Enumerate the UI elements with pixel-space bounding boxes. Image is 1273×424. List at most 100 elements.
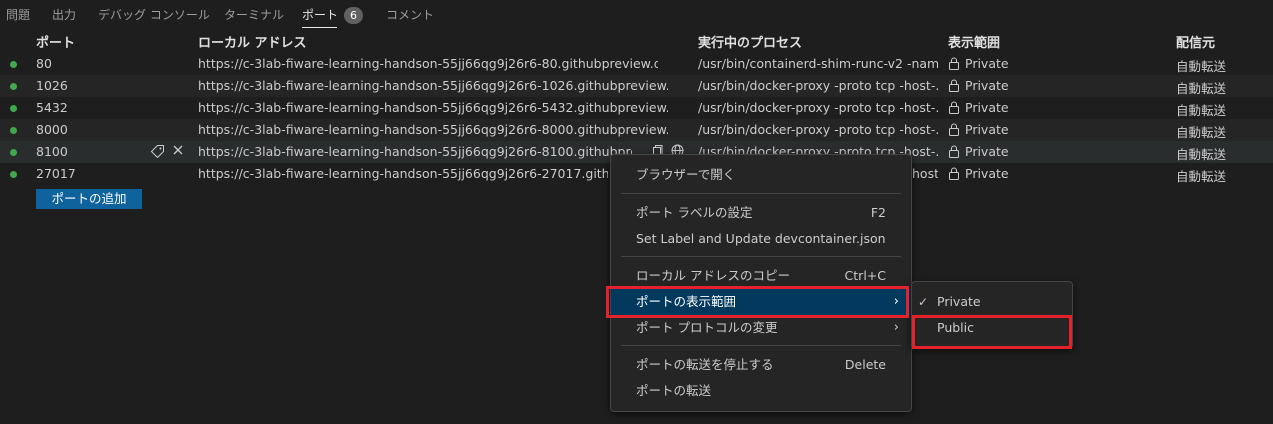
menu-item-set-label[interactable]: ポート ラベルの設定 F2 — [611, 200, 911, 226]
menu-item-label: ローカル アドレスのコピー — [636, 268, 790, 283]
menu-item-label: ポートの転送 — [636, 383, 712, 398]
lock-icon — [949, 101, 959, 114]
address-cell[interactable]: https://c-3lab-fiware-learning-handson-5… — [198, 166, 608, 181]
port-cell: 5432 — [36, 100, 68, 115]
process-cell: host-... — [912, 166, 938, 181]
visibility-label: Private — [965, 100, 1009, 115]
tab-debug-console[interactable]: デバッグ コンソール — [98, 6, 210, 26]
menu-separator — [621, 193, 901, 194]
check-icon: ✓ — [918, 295, 929, 309]
menu-item-stop-forward[interactable]: ポートの転送を停止する Delete — [611, 352, 911, 378]
process-cell: /usr/bin/docker-proxy -proto tcp -host-.… — [698, 78, 938, 93]
menu-item-label: Set Label and Update devcontainer.json — [636, 231, 886, 246]
table-row[interactable]: 1026 https://c-3lab-fiware-learning-hand… — [0, 75, 1273, 97]
port-cell: 1026 — [36, 78, 68, 93]
submenu-item-label: Private — [937, 294, 981, 309]
status-dot — [10, 127, 17, 134]
col-header-process[interactable]: 実行中のプロセス — [698, 32, 802, 51]
table-row[interactable]: 80 https://c-3lab-fiware-learning-handso… — [0, 53, 1273, 75]
table-row[interactable]: 8000 https://c-3lab-fiware-learning-hand… — [0, 119, 1273, 141]
visibility-cell: Private — [948, 166, 1009, 181]
tab-problems[interactable]: 問題 — [6, 6, 30, 26]
status-dot — [10, 61, 17, 68]
col-header-origin[interactable]: 配信元 — [1176, 32, 1215, 51]
visibility-cell: Private — [948, 122, 1009, 137]
col-header-port[interactable]: ポート — [36, 32, 75, 51]
origin-cell: 自動転送 — [1176, 59, 1227, 74]
lock-icon — [949, 123, 959, 136]
lock-icon — [949, 145, 959, 158]
status-dot — [10, 105, 17, 112]
menu-item-open-browser[interactable]: ブラウザーで開く — [611, 162, 911, 188]
menu-item-copy-address[interactable]: ローカル アドレスのコピー Ctrl+C — [611, 263, 911, 289]
status-dot — [10, 83, 17, 90]
origin-cell: 自動転送 — [1176, 147, 1227, 162]
menu-item-forward-port[interactable]: ポートの転送 — [611, 378, 911, 404]
shortcut-label: F2 — [870, 205, 886, 220]
submenu-item-label: Public — [937, 320, 974, 335]
chevron-right-icon: › — [893, 294, 899, 309]
visibility-label: Private — [965, 122, 1009, 137]
address-cell[interactable]: https://c-3lab-fiware-learning-handson-5… — [198, 122, 668, 137]
menu-separator — [621, 345, 901, 346]
origin-cell: 自動転送 — [1176, 169, 1227, 184]
port-cell: 27017 — [36, 166, 76, 181]
lock-icon — [949, 57, 959, 70]
visibility-label: Private — [965, 56, 1009, 71]
shortcut-label: Ctrl+C — [844, 268, 886, 283]
address-cell[interactable]: https://c-3lab-fiware-learning-handson-5… — [198, 100, 668, 115]
submenu-item-public[interactable]: Public — [912, 315, 1072, 341]
menu-item-change-protocol[interactable]: ポート プロトコルの変更 › — [611, 315, 911, 341]
visibility-cell: Private — [948, 78, 1009, 93]
shortcut-label: Delete — [844, 357, 886, 372]
tag-icon-svg — [150, 145, 164, 159]
process-cell: /usr/bin/docker-proxy -proto tcp -host-.… — [698, 100, 938, 115]
tab-terminal[interactable]: ターミナル — [224, 6, 284, 26]
origin-cell: 自動転送 — [1176, 103, 1227, 118]
visibility-cell: Private — [948, 56, 1009, 71]
origin-cell: 自動転送 — [1176, 81, 1227, 96]
col-header-local-address[interactable]: ローカル アドレス — [198, 32, 307, 51]
table-row[interactable]: 5432 https://c-3lab-fiware-learning-hand… — [0, 97, 1273, 119]
process-cell: /usr/bin/containerd-shim-runc-v2 -nam... — [698, 56, 938, 71]
close-icon[interactable] — [172, 144, 184, 160]
menu-item-label: ポートの表示範囲 — [636, 294, 737, 309]
menu-item-label: ポート プロトコルの変更 — [636, 320, 778, 335]
close-icon-svg — [173, 145, 183, 155]
ports-table-header: ポート ローカル アドレス 実行中のプロセス 表示範囲 配信元 — [0, 32, 1273, 52]
menu-separator — [621, 256, 901, 257]
menu-item-label: ブラウザーで開く — [636, 167, 736, 182]
visibility-label: Private — [965, 144, 1009, 159]
visibility-cell: Private — [948, 144, 1009, 159]
address-cell[interactable]: https://c-3lab-fiware-learning-handson-5… — [198, 144, 632, 159]
tab-output[interactable]: 出力 — [52, 6, 76, 26]
submenu-item-private[interactable]: ✓ Private — [912, 289, 1072, 315]
origin-cell: 自動転送 — [1176, 125, 1227, 140]
menu-item-label: ポート ラベルの設定 — [636, 205, 753, 220]
process-cell: /usr/bin/docker-proxy -proto tcp -host-.… — [698, 122, 938, 137]
visibility-label: Private — [965, 166, 1009, 181]
add-port-button[interactable]: ポートの追加 — [36, 189, 142, 209]
visibility-submenu: ✓ Private Public — [911, 281, 1073, 349]
tag-icon[interactable] — [150, 144, 165, 162]
lock-icon — [949, 79, 959, 92]
port-cell: 80 — [36, 56, 52, 71]
tab-ports[interactable]: ポート 6 — [302, 6, 364, 28]
status-dot — [10, 149, 17, 156]
tab-ports-label: ポート — [302, 8, 339, 22]
visibility-label: Private — [965, 78, 1009, 93]
panel-tabs: 問題 出力 デバッグ コンソール ターミナル ポート 6 コメント — [0, 0, 1273, 28]
menu-item-set-label-update[interactable]: Set Label and Update devcontainer.json — [611, 226, 911, 252]
chevron-right-icon: › — [893, 320, 899, 335]
tab-comments[interactable]: コメント — [386, 6, 434, 26]
lock-icon — [949, 167, 959, 180]
address-cell[interactable]: https://c-3lab-fiware-learning-handson-5… — [198, 78, 668, 93]
port-cell: 8100 — [36, 144, 68, 159]
address-cell[interactable]: https://c-3lab-fiware-learning-handson-5… — [198, 56, 658, 71]
menu-item-port-visibility[interactable]: ポートの表示範囲 › — [611, 289, 911, 315]
menu-item-label: ポートの転送を停止する — [636, 357, 774, 372]
status-dot — [10, 171, 17, 178]
col-header-visibility[interactable]: 表示範囲 — [948, 32, 1000, 51]
context-menu: ブラウザーで開く ポート ラベルの設定 F2 Set Label and Upd… — [610, 154, 912, 412]
ports-count-badge: 6 — [344, 7, 364, 24]
